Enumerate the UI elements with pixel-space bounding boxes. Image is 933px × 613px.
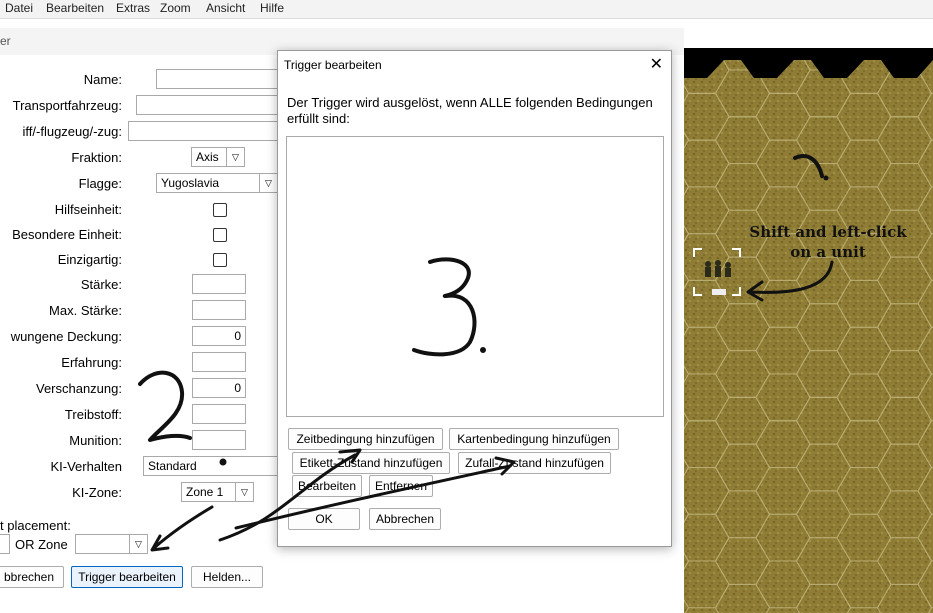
ai-zone-value: Zone 1 (186, 485, 224, 499)
chevron-down-icon: ▽ (235, 483, 253, 501)
selected-unit[interactable] (692, 247, 742, 297)
label-ship: iff/-flugzeug/-zug: (22, 124, 122, 139)
forced-cover-input[interactable]: 0 (192, 326, 246, 346)
menu-zoom[interactable]: Zoom (160, 1, 191, 15)
fuel-input[interactable] (192, 404, 246, 424)
or-zone-select[interactable]: ▽ (75, 534, 148, 554)
menu-ansicht[interactable]: Ansicht (206, 1, 245, 15)
trigger-dialog: Trigger bearbeiten ✕ Der Trigger wird au… (277, 50, 672, 547)
menubar: Datei Bearbeiten Extras Zoom Ansicht Hil… (0, 0, 933, 19)
hex-grid (684, 48, 933, 613)
max-strength-input[interactable] (192, 300, 246, 320)
menu-extras[interactable]: Extras (116, 1, 150, 15)
experience-input[interactable] (192, 352, 246, 372)
chevron-down-icon: ▽ (259, 174, 277, 192)
auxiliary-checkbox[interactable] (213, 203, 227, 217)
label-experience: Erfahrung: (61, 355, 122, 370)
menu-hilfe[interactable]: Hilfe (260, 1, 284, 15)
dialog-description: Der Trigger wird ausgelöst, wenn ALLE fo… (287, 95, 653, 126)
label-entrenchment: Verschanzung: (35, 381, 122, 396)
chevron-down-icon: ▽ (226, 148, 244, 166)
label-ammo: Munition: (69, 433, 122, 448)
condition-list[interactable] (286, 136, 664, 417)
label-ai-zone: KI-Zone: (72, 485, 122, 500)
add-label-condition-button[interactable]: Etikett-Zustand hinzufügen (292, 452, 450, 474)
placement-input[interactable] (0, 534, 10, 554)
ai-behavior-select[interactable]: Standard (143, 456, 278, 476)
label-name: Name: (83, 72, 122, 87)
heroes-button[interactable]: Helden... (191, 566, 263, 588)
chevron-down-icon: ▽ (129, 535, 147, 553)
label-unique: Einzigartig: (57, 252, 122, 267)
add-map-condition-button[interactable]: Kartenbedingung hinzufügen (449, 428, 619, 450)
label-ai-behavior: KI-Verhalten (50, 459, 122, 474)
menu-bearbeiten[interactable]: Bearbeiten (46, 1, 104, 15)
add-random-condition-button[interactable]: Zufall-Zustand hinzufügen (458, 452, 611, 474)
label-special: Besondere Einheit: (12, 227, 122, 242)
edit-button[interactable]: Bearbeiten (292, 475, 362, 497)
strength-input[interactable] (192, 274, 246, 294)
cancel-button-left[interactable]: bbrechen (0, 566, 64, 588)
ai-zone-select[interactable]: Zone 1 ▽ (181, 482, 254, 502)
label-strength: Stärke: (80, 277, 122, 292)
add-time-condition-button[interactable]: Zeitbedingung hinzufügen (288, 428, 443, 450)
flag-value: Yugoslavia (161, 176, 220, 190)
label-transport: Transportfahrzeug: (12, 98, 122, 113)
remove-button[interactable]: Entfernen (369, 475, 433, 497)
label-auxiliary: Hilfseinheit: (54, 202, 122, 217)
close-icon[interactable]: ✕ (650, 54, 663, 74)
ship-input[interactable] (128, 121, 278, 141)
dialog-title: Trigger bearbeiten (284, 58, 382, 72)
faction-value: Axis (196, 150, 219, 164)
unique-checkbox[interactable] (213, 253, 227, 267)
ok-button[interactable]: OK (288, 508, 360, 530)
ammo-input[interactable] (192, 430, 246, 450)
entrenchment-input[interactable]: 0 (192, 378, 246, 398)
window-title: er (0, 34, 11, 48)
ai-behavior-value: Standard (148, 459, 197, 473)
placement-label: t placement: (0, 518, 71, 533)
flag-select[interactable]: Yugoslavia ▽ (156, 173, 278, 193)
or-zone-label: OR Zone (15, 537, 68, 552)
transport-input[interactable] (136, 95, 278, 115)
label-flag: Flagge: (78, 176, 122, 191)
menu-datei[interactable]: Datei (5, 1, 33, 15)
label-max-strength: Max. Stärke: (49, 303, 122, 318)
label-fuel: Treibstoff: (64, 407, 122, 422)
special-checkbox[interactable] (213, 228, 227, 242)
name-input[interactable] (156, 69, 278, 89)
faction-select[interactable]: Axis ▽ (191, 147, 245, 167)
hex-map[interactable] (684, 48, 933, 613)
edit-trigger-button[interactable]: Trigger bearbeiten (71, 566, 183, 588)
cancel-button[interactable]: Abbrechen (369, 508, 441, 530)
label-faction: Fraktion: (71, 150, 122, 165)
label-forced-cover: wungene Deckung: (10, 329, 122, 344)
